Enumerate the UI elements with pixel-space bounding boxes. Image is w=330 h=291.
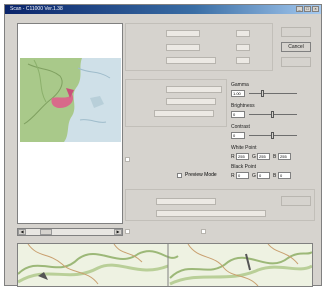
black-r-input[interactable]: 0 bbox=[236, 172, 249, 179]
color-settings-group bbox=[125, 79, 227, 127]
white-r-label: R bbox=[231, 154, 235, 160]
black-point-label: Black Point bbox=[231, 164, 257, 170]
scroll-right-arrow[interactable]: ▶ bbox=[114, 229, 122, 235]
output-field-1[interactable] bbox=[156, 198, 216, 205]
white-g-input[interactable]: 255 bbox=[257, 153, 270, 160]
preview-mode-label: Preview Mode bbox=[185, 172, 217, 178]
black-r-label: R bbox=[231, 173, 235, 179]
white-b-label: B bbox=[273, 154, 277, 160]
contrast-input[interactable]: 0 bbox=[231, 132, 245, 139]
white-g-label: G bbox=[252, 154, 256, 160]
output-browse-button[interactable] bbox=[281, 196, 311, 206]
scan-window: Scan - C11000 Ver.1.38 _ □ × ◀ ▶ Cancel … bbox=[4, 4, 322, 287]
option-checkbox-1[interactable] bbox=[125, 157, 130, 162]
gamma-label: Gamma bbox=[231, 82, 249, 88]
white-b-input[interactable]: 255 bbox=[278, 153, 291, 160]
preview-pane[interactable] bbox=[17, 23, 123, 224]
output-field-2[interactable] bbox=[156, 210, 266, 217]
window-title: Scan - C11000 Ver.1.38 bbox=[10, 6, 63, 12]
option-checkbox-2[interactable] bbox=[125, 229, 130, 234]
scroll-thumb[interactable] bbox=[40, 229, 52, 235]
brightness-input[interactable]: 0 bbox=[231, 111, 245, 118]
scanned-map-strip bbox=[17, 243, 313, 287]
setting-field-3[interactable] bbox=[166, 44, 200, 51]
color-field-1[interactable] bbox=[166, 86, 222, 93]
setting-field-4[interactable] bbox=[236, 44, 250, 51]
gamma-input[interactable]: 1.00 bbox=[231, 90, 245, 97]
setting-field-1[interactable] bbox=[166, 30, 200, 37]
black-b-label: B bbox=[273, 173, 277, 179]
gamma-slider-knob[interactable] bbox=[261, 90, 264, 97]
third-action-button[interactable] bbox=[281, 57, 311, 67]
contrast-slider-knob[interactable] bbox=[271, 132, 274, 139]
black-g-label: G bbox=[252, 173, 256, 179]
top-action-button[interactable] bbox=[281, 27, 311, 37]
preview-mode-checkbox[interactable] bbox=[177, 173, 182, 178]
brightness-label: Brightness bbox=[231, 103, 255, 109]
close-button[interactable]: × bbox=[312, 6, 319, 12]
scroll-left-arrow[interactable]: ◀ bbox=[18, 229, 26, 235]
color-field-2[interactable] bbox=[166, 98, 216, 105]
map-preview-image bbox=[20, 58, 121, 142]
brightness-slider-knob[interactable] bbox=[271, 111, 274, 118]
gamma-slider-track[interactable] bbox=[249, 93, 297, 94]
black-g-input[interactable]: 0 bbox=[257, 172, 270, 179]
scan-settings-group bbox=[125, 23, 273, 71]
preview-horizontal-scrollbar[interactable]: ◀ ▶ bbox=[17, 228, 123, 236]
white-point-label: White Point bbox=[231, 145, 257, 151]
minimize-button[interactable]: _ bbox=[296, 6, 303, 12]
white-r-input[interactable]: 255 bbox=[236, 153, 249, 160]
black-b-input[interactable]: 0 bbox=[278, 172, 291, 179]
setting-field-6[interactable] bbox=[236, 57, 250, 64]
contrast-label: Contrast bbox=[231, 124, 250, 130]
title-bar[interactable]: Scan - C11000 Ver.1.38 _ □ × bbox=[5, 5, 321, 14]
setting-field-5[interactable] bbox=[166, 57, 216, 64]
maximize-button[interactable]: □ bbox=[304, 6, 311, 12]
cancel-button[interactable]: Cancel bbox=[281, 42, 311, 52]
setting-field-2[interactable] bbox=[236, 30, 250, 37]
option-checkbox-3[interactable] bbox=[201, 229, 206, 234]
color-field-3[interactable] bbox=[154, 110, 214, 117]
topographic-map-image bbox=[18, 244, 312, 286]
